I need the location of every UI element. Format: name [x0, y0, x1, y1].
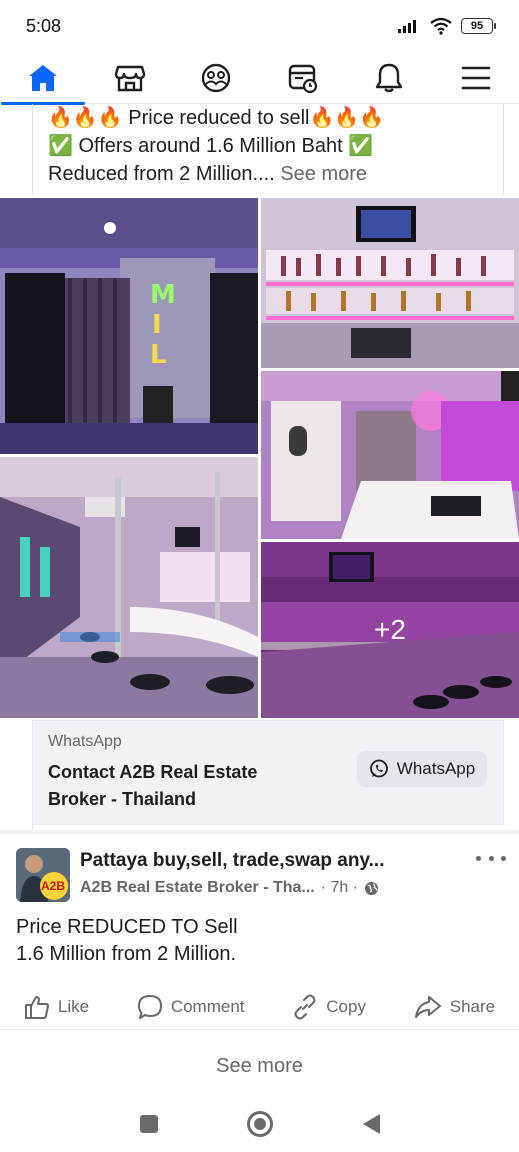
- whatsapp-button-label: WhatsApp: [396, 759, 476, 778]
- thumbs-up-icon: [24, 995, 49, 1019]
- feed-divider: [0, 830, 519, 834]
- see-more-link[interactable]: See more: [280, 163, 367, 185]
- copy-label: Copy: [326, 996, 366, 1016]
- photo-gallery: M I L +2: [0, 198, 519, 718]
- link-icon: [294, 994, 316, 1019]
- nav-menu[interactable]: [444, 52, 508, 104]
- svg-text:M: M: [150, 280, 176, 310]
- group-name[interactable]: Pattaya buy,sell, trade,swap any...: [80, 850, 384, 872]
- notifications-icon: [376, 63, 403, 92]
- top-navigation: [0, 52, 519, 105]
- post-header: A2B Pattaya buy,sell, trade,swap any... …: [16, 846, 506, 904]
- post-text-line: Reduced from 2 Million.... See more: [48, 160, 508, 188]
- post-time: · 7h ·: [320, 879, 359, 896]
- wifi-icon: [430, 17, 452, 35]
- photo-bar-interior[interactable]: [0, 457, 258, 718]
- link-title: Contact A2B Real Estate Broker - Thailan…: [48, 762, 258, 809]
- post-card-listing: 🔥🔥🔥 Price reduced to sell🔥🔥🔥 ✅ Offers ar…: [0, 104, 519, 838]
- clock: 5:08: [26, 15, 62, 36]
- share-label: Share: [449, 996, 496, 1016]
- nav-notifications[interactable]: [357, 52, 421, 104]
- back-icon[interactable]: [360, 1112, 382, 1136]
- like-label: Like: [57, 996, 90, 1016]
- post-text-truncated: Reduced from 2 Million....: [48, 163, 281, 185]
- post-body-line: 1.6 Million from 2 Million.: [16, 943, 237, 965]
- svg-text:L: L: [150, 340, 167, 370]
- photo-bar-entrance[interactable]: M I L: [0, 198, 258, 454]
- post-text-line: 🔥🔥🔥 Price reduced to sell🔥🔥🔥: [48, 107, 385, 129]
- post-text-line: ✅ Offers around 1.6 Million Baht ✅: [48, 135, 374, 157]
- photo-bar-stools[interactable]: +2: [261, 542, 519, 718]
- nav-home[interactable]: [1, 52, 86, 105]
- post-text: 🔥🔥🔥 Price reduced to sell🔥🔥🔥 ✅ Offers ar…: [48, 104, 508, 188]
- whatsapp-icon: [369, 759, 388, 778]
- home-button-icon[interactable]: [246, 1110, 274, 1138]
- page-name[interactable]: A2B Real Estate Broker - Tha...: [80, 879, 315, 897]
- post-meta: A2B Real Estate Broker - Tha... · 7h ·: [80, 879, 379, 897]
- photo-bar-shelves[interactable]: [261, 198, 519, 368]
- nav-marketplace[interactable]: [98, 52, 162, 104]
- more-photos-count: +2: [261, 542, 519, 718]
- avatar-badge: A2B: [41, 879, 66, 893]
- post-body-line: Price REDUCED TO Sell: [16, 916, 238, 938]
- see-more-posts-button[interactable]: See more: [0, 1044, 519, 1088]
- whatsapp-button[interactable]: WhatsApp: [357, 751, 487, 787]
- share-icon: [414, 995, 441, 1018]
- comment-icon: [137, 994, 162, 1019]
- more-options-icon[interactable]: [476, 848, 506, 868]
- menu-icon: [461, 66, 491, 89]
- status-icons: 95: [397, 17, 496, 35]
- home-icon: [29, 64, 58, 91]
- nav-groups[interactable]: [184, 52, 248, 104]
- nav-feeds[interactable]: [271, 52, 335, 104]
- signal-icon: [398, 20, 416, 33]
- copy-button[interactable]: Copy: [292, 994, 366, 1020]
- status-bar: 5:08 95: [0, 0, 519, 52]
- battery-icon: 95: [461, 18, 496, 34]
- marketplace-icon: [114, 65, 145, 91]
- svg-text:I: I: [152, 310, 162, 340]
- globe-icon: [365, 881, 379, 895]
- comment-label: Comment: [170, 996, 245, 1016]
- avatar[interactable]: A2B: [16, 848, 70, 902]
- link-source: WhatsApp: [48, 733, 122, 750]
- system-navigation: [0, 1096, 519, 1152]
- groups-icon: [202, 63, 231, 92]
- feeds-icon: [288, 64, 317, 93]
- comment-button[interactable]: Comment: [137, 994, 245, 1020]
- whatsapp-link-card[interactable]: WhatsApp Contact A2B Real Estate Broker …: [32, 720, 505, 832]
- like-button[interactable]: Like: [24, 994, 89, 1020]
- photo-bar-counter[interactable]: [261, 371, 519, 539]
- share-button[interactable]: Share: [414, 994, 495, 1020]
- recents-icon[interactable]: [138, 1113, 160, 1135]
- post-actions: Like Comment Copy Share: [0, 984, 519, 1030]
- post-body: Price REDUCED TO Sell 1.6 Million from 2…: [16, 914, 238, 968]
